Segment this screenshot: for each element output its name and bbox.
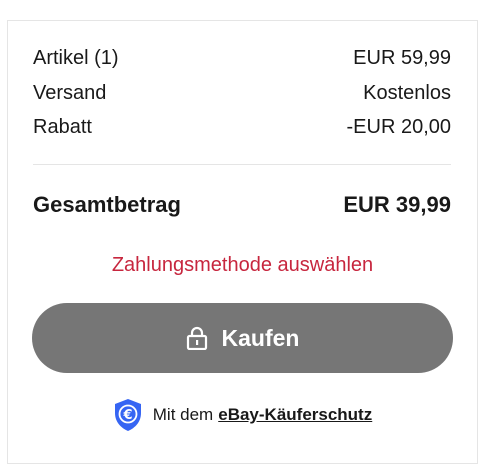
shipping-row: Versand Kostenlos	[33, 81, 451, 105]
discount-value: -EUR 20,00	[346, 116, 452, 138]
svg-text:€: €	[122, 408, 132, 423]
total-value: EUR 39,99	[343, 192, 451, 217]
items-label: Artikel (1)	[33, 47, 119, 69]
total-row: Gesamtbetrag EUR 39,99	[33, 193, 451, 217]
select-payment-method-link[interactable]: Zahlungsmethode auswählen	[8, 253, 477, 277]
buy-button-label: Kaufen	[221, 324, 300, 351]
euro-shield-icon: €	[113, 398, 143, 432]
protection-prefix: Mit dem	[152, 405, 214, 424]
discount-row: Rabatt -EUR 20,00	[33, 115, 451, 139]
shipping-label: Versand	[33, 82, 107, 104]
order-summary-card: Artikel (1) EUR 59,99 Versand Kostenlos …	[7, 20, 478, 464]
items-value: EUR 59,99	[353, 47, 451, 69]
total-label: Gesamtbetrag	[33, 192, 181, 217]
shipping-value: Kostenlos	[363, 82, 451, 104]
summary-divider	[33, 164, 451, 165]
buyer-protection: € Mit dem eBay-Käuferschutz	[8, 398, 477, 432]
discount-label: Rabatt	[33, 116, 92, 138]
items-row: Artikel (1) EUR 59,99	[33, 46, 451, 70]
buyer-protection-link[interactable]: eBay-Käuferschutz	[218, 405, 372, 425]
buy-button[interactable]: Kaufen	[32, 303, 453, 373]
lock-icon	[186, 326, 208, 350]
